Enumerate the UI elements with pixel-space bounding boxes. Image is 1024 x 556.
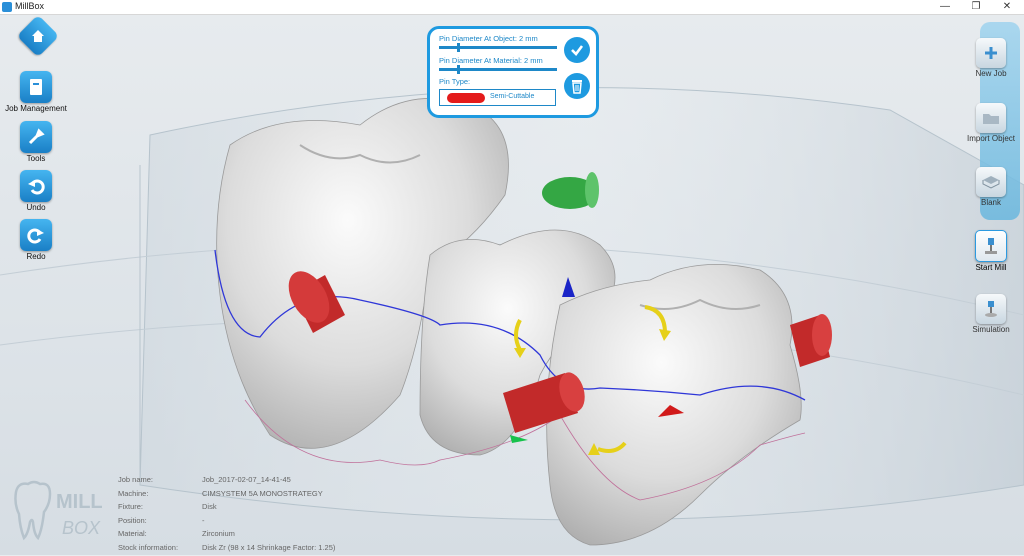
- blank-label: Blank: [980, 198, 1001, 207]
- pin-diameter-object-label: Pin Diameter At Object: 2 mm: [439, 34, 538, 43]
- pin-diameter-material-slider[interactable]: [439, 65, 557, 74]
- fixture-key: Fixture:: [118, 502, 144, 511]
- pin-diameter-object-slider[interactable]: [439, 43, 557, 52]
- pin-type-color-swatch: [447, 93, 485, 103]
- slider-thumb[interactable]: [456, 65, 460, 74]
- job-management-button[interactable]: Job Management: [0, 71, 72, 113]
- redo-button[interactable]: Redo: [0, 219, 72, 261]
- slider-thumb[interactable]: [456, 43, 460, 52]
- blank-icon: [976, 167, 1006, 197]
- position-value: -: [202, 515, 205, 525]
- job-name-value: Job_2017-02-07_14-41-45: [202, 475, 291, 484]
- window-title: MillBox: [15, 1, 45, 11]
- millbox-logo: MILL BOX: [14, 480, 103, 541]
- start-mill-button[interactable]: Start Mill: [963, 230, 1019, 272]
- home-button[interactable]: [2, 14, 74, 58]
- job-name-key: Job name:: [118, 475, 154, 484]
- simulation-label: Simulation: [972, 325, 1010, 334]
- material-key: Material:: [118, 529, 147, 538]
- minimize-button[interactable]: —: [930, 0, 960, 14]
- simulation-button[interactable]: Simulation: [963, 294, 1019, 334]
- material-value: Zirconium: [202, 529, 235, 538]
- pin-type-label: Pin Type:: [439, 77, 471, 86]
- tools-icon: [20, 121, 52, 153]
- new-job-button[interactable]: New Job: [963, 38, 1019, 78]
- tools-button[interactable]: Tools: [0, 121, 72, 163]
- home-icon: [16, 14, 60, 58]
- brand-line2: BOX: [62, 518, 101, 538]
- import-object-label: Import Object: [966, 134, 1015, 143]
- brand-line1: MILL: [56, 491, 103, 513]
- undo-icon: [20, 170, 52, 202]
- pin-type-value: Semi-Cuttable: [490, 93, 535, 100]
- maximize-button[interactable]: ❐: [961, 0, 991, 14]
- close-button[interactable]: ✕: [992, 0, 1022, 14]
- app-logo-icon: [2, 2, 12, 12]
- title-bar: MillBox — ❐ ✕: [0, 0, 1024, 15]
- machine-value: CIMSYSTEM 5A MONOSTRATEGY: [202, 488, 323, 498]
- undo-label: Undo: [26, 203, 46, 212]
- stock-information-value: Disk Zr (98 x 14 Shrinkage Factor: 1.25): [202, 542, 336, 552]
- start-mill-label: Start Mill: [975, 263, 1007, 272]
- simulation-icon: [976, 294, 1006, 324]
- start-mill-icon: [975, 230, 1007, 262]
- delete-pin-button[interactable]: [564, 73, 590, 99]
- undo-button[interactable]: Undo: [0, 170, 72, 212]
- blank-button[interactable]: Blank: [963, 167, 1019, 207]
- new-job-label: New Job: [975, 69, 1007, 78]
- position-key: Position:: [118, 515, 147, 525]
- trash-icon: [572, 80, 582, 94]
- checkmark-icon: [571, 45, 584, 56]
- job-management-label: Job Management: [5, 104, 67, 113]
- confirm-pin-button[interactable]: [564, 37, 590, 63]
- job-management-icon: [20, 71, 52, 103]
- import-object-button[interactable]: Import Object: [963, 103, 1019, 143]
- pin-diameter-material-label: Pin Diameter At Material: 2 mm: [439, 56, 543, 65]
- pin-type-select[interactable]: Semi-Cuttable: [439, 89, 556, 106]
- redo-label: Redo: [26, 252, 46, 261]
- fixture-value: Disk: [202, 502, 217, 511]
- import-object-icon: [976, 103, 1006, 133]
- machine-key: Machine:: [118, 488, 149, 498]
- redo-icon: [20, 219, 52, 251]
- tools-label: Tools: [26, 154, 46, 163]
- stock-information-key: Stock information:: [118, 542, 179, 552]
- new-job-icon: [976, 38, 1006, 68]
- pin-settings-panel: Pin Diameter At Object: 2 mm Pin Diamete…: [427, 26, 599, 118]
